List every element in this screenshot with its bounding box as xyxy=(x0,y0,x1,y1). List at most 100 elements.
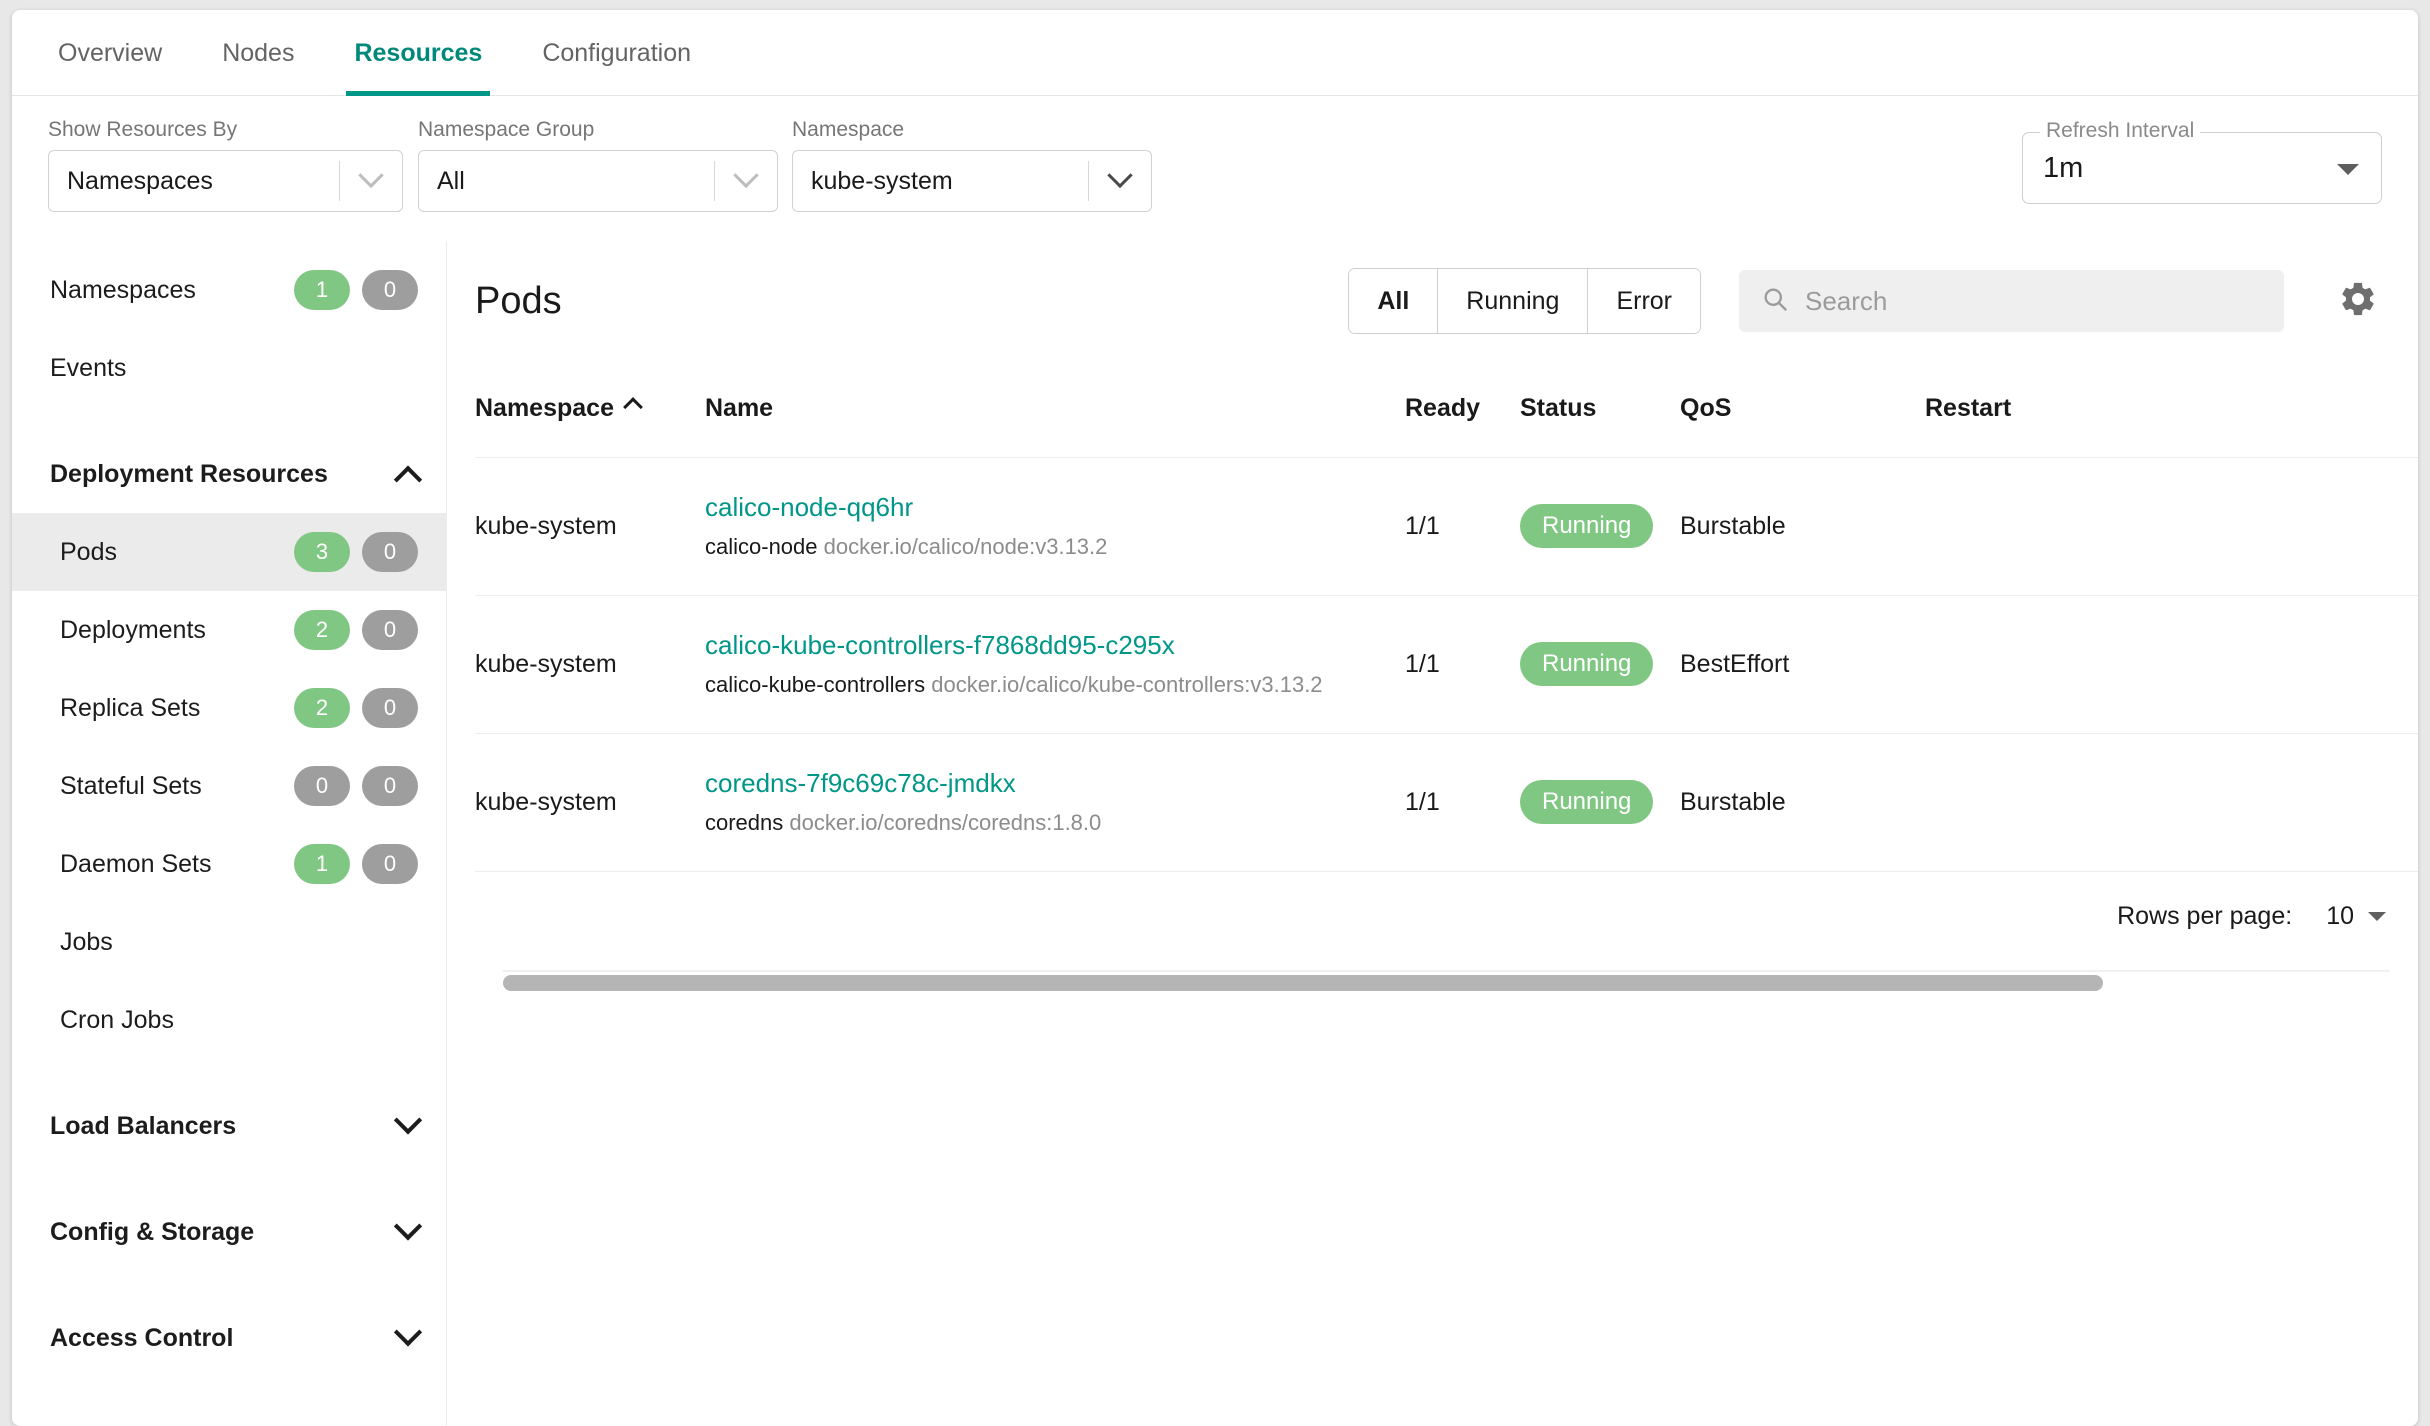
sidebar-item-stateful-sets[interactable]: Stateful Sets 0 0 xyxy=(12,747,446,825)
sidebar-item-deployments[interactable]: Deployments 2 0 xyxy=(12,591,446,669)
pod-name-link[interactable]: calico-node-qq6hr xyxy=(705,492,1405,523)
column-header-restarts[interactable]: Restart xyxy=(1925,361,2150,458)
column-header-status[interactable]: Status xyxy=(1520,361,1680,458)
dropdown-arrow-icon[interactable] xyxy=(2368,912,2386,921)
sort-ascending-icon xyxy=(623,397,643,418)
pods-table-container: Namespace Name Ready Status QoS Restart xyxy=(447,361,2418,991)
filter-bar: Show Resources By Namespaces Namespace G… xyxy=(12,96,2418,241)
sidebar-group-access-control[interactable]: Access Control xyxy=(12,1299,446,1377)
show-resources-by-value: Namespaces xyxy=(67,166,213,195)
container-image: docker.io/coredns/coredns:1.8.0 xyxy=(789,809,1102,835)
sidebar-item-label: Events xyxy=(50,353,127,382)
column-label: Ready xyxy=(1405,394,1481,423)
tab-nodes[interactable]: Nodes xyxy=(192,10,324,96)
namespace-field: Namespace kube-system xyxy=(792,118,1152,212)
filter-label: Running xyxy=(1466,286,1560,315)
column-label: Namespace xyxy=(475,394,614,423)
pod-name-link[interactable]: coredns-7f9c69c78c-jmdkx xyxy=(705,768,1405,799)
sidebar-group-label: Config & Storage xyxy=(50,1217,255,1246)
container-image: docker.io/calico/node:v3.13.2 xyxy=(823,533,1108,559)
pods-table: Namespace Name Ready Status QoS Restart xyxy=(475,361,2418,872)
badge-count-gray: 0 xyxy=(362,766,418,806)
pod-container-info: calico-node docker.io/calico/node:v3.13.… xyxy=(705,534,1107,559)
column-header-ready[interactable]: Ready xyxy=(1405,361,1520,458)
page-title: Pods xyxy=(475,279,562,322)
badge-count-green: 1 xyxy=(294,270,350,310)
container-image: docker.io/calico/kube-controllers:v3.13.… xyxy=(931,671,1323,697)
table-header-row: Namespace Name Ready Status QoS Restart xyxy=(475,361,2418,458)
tab-configuration[interactable]: Configuration xyxy=(512,10,721,96)
badge-count-green: 2 xyxy=(294,610,350,650)
table-row[interactable]: kube-system calico-node-qq6hr calico-nod… xyxy=(475,457,2418,596)
table-row[interactable]: kube-system calico-kube-controllers-f786… xyxy=(475,595,2418,734)
namespace-select[interactable]: kube-system xyxy=(792,150,1152,212)
namespace-group-select[interactable]: All xyxy=(418,150,778,212)
pod-container-info: calico-kube-controllers docker.io/calico… xyxy=(705,672,1323,697)
sidebar-group-deployment-resources[interactable]: Deployment Resources xyxy=(12,435,446,513)
badge-group: 1 0 xyxy=(294,270,418,310)
cell-restarts xyxy=(1925,457,2150,596)
status-badge: Running xyxy=(1520,504,1654,548)
column-header-namespace[interactable]: Namespace xyxy=(475,361,705,458)
search-box[interactable] xyxy=(1739,270,2284,332)
column-label: Restart xyxy=(1925,394,2012,423)
horizontal-scrollbar-thumb[interactable] xyxy=(503,974,2103,991)
table-head: Namespace Name Ready Status QoS Restart xyxy=(475,361,2418,458)
sidebar-item-label: Deployments xyxy=(60,615,206,644)
cell-namespace: kube-system xyxy=(475,595,705,734)
chevron-down-icon[interactable] xyxy=(715,162,777,190)
sidebar-item-cron-jobs[interactable]: Cron Jobs xyxy=(12,981,446,1059)
pod-name-link[interactable]: calico-kube-controllers-f7868dd95-c295x xyxy=(705,630,1405,661)
tab-label: Nodes xyxy=(222,38,295,67)
sidebar-group-label: Load Balancers xyxy=(50,1111,237,1140)
tab-label: Resources xyxy=(354,38,483,67)
chevron-up-icon xyxy=(393,465,423,494)
chevron-down-icon[interactable] xyxy=(1089,162,1151,190)
search-input[interactable] xyxy=(1805,285,2262,317)
status-badge: Running xyxy=(1520,780,1654,824)
sidebar-item-replica-sets[interactable]: Replica Sets 2 0 xyxy=(12,669,446,747)
sidebar-item-pods[interactable]: Pods 3 0 xyxy=(12,513,446,591)
sidebar-item-label: Replica Sets xyxy=(60,693,201,722)
sidebar-item-namespaces[interactable]: Namespaces 1 0 xyxy=(12,251,446,329)
column-header-name[interactable]: Name xyxy=(705,361,1405,458)
dropdown-arrow-icon[interactable] xyxy=(2337,164,2359,175)
sidebar-item-label: Pods xyxy=(60,537,117,566)
horizontal-scrollbar-track xyxy=(503,969,2390,972)
settings-button[interactable] xyxy=(2330,273,2386,329)
status-filter-error[interactable]: Error xyxy=(1588,269,1700,333)
column-header-spacer xyxy=(2150,361,2418,458)
namespace-value: kube-system xyxy=(811,166,953,195)
namespace-group-label: Namespace Group xyxy=(418,118,595,141)
tab-overview[interactable]: Overview xyxy=(28,10,192,96)
badge-count-gray: 0 xyxy=(362,688,418,728)
sidebar-item-label: Cron Jobs xyxy=(60,1005,174,1034)
sidebar-item-events[interactable]: Events xyxy=(12,329,446,407)
show-resources-by-select[interactable]: Namespaces xyxy=(48,150,403,212)
status-filter-running[interactable]: Running xyxy=(1438,269,1589,333)
sidebar-item-label: Jobs xyxy=(60,927,113,956)
sidebar-item-daemon-sets[interactable]: Daemon Sets 1 0 xyxy=(12,825,446,903)
rows-per-page-value[interactable]: 10 xyxy=(2326,902,2354,931)
cell-qos: Burstable xyxy=(1680,733,1925,872)
table-row[interactable]: kube-system coredns-7f9c69c78c-jmdkx cor… xyxy=(475,733,2418,872)
cell-name: coredns-7f9c69c78c-jmdkx coredns docker.… xyxy=(705,733,1405,872)
content-header: Pods All Running Error xyxy=(447,241,2418,361)
sidebar-item-jobs[interactable]: Jobs xyxy=(12,903,446,981)
column-label: QoS xyxy=(1680,394,1732,423)
rows-per-page-label: Rows per page: xyxy=(2117,902,2293,930)
filter-label: All xyxy=(1377,286,1410,315)
cell-spacer xyxy=(2150,457,2418,596)
tab-resources[interactable]: Resources xyxy=(324,10,512,96)
column-header-qos[interactable]: QoS xyxy=(1680,361,1925,458)
sidebar-group-config-storage[interactable]: Config & Storage xyxy=(12,1193,446,1271)
chevron-down-icon[interactable] xyxy=(340,162,402,190)
cell-restarts xyxy=(1925,733,2150,872)
badge-count-gray: 0 xyxy=(362,844,418,884)
status-filter-all[interactable]: All xyxy=(1349,269,1439,333)
sidebar-item-label: Daemon Sets xyxy=(60,849,212,878)
refresh-interval-select[interactable]: 1m xyxy=(2022,132,2382,204)
cell-name: calico-node-qq6hr calico-node docker.io/… xyxy=(705,457,1405,596)
sidebar-group-load-balancers[interactable]: Load Balancers xyxy=(12,1087,446,1165)
